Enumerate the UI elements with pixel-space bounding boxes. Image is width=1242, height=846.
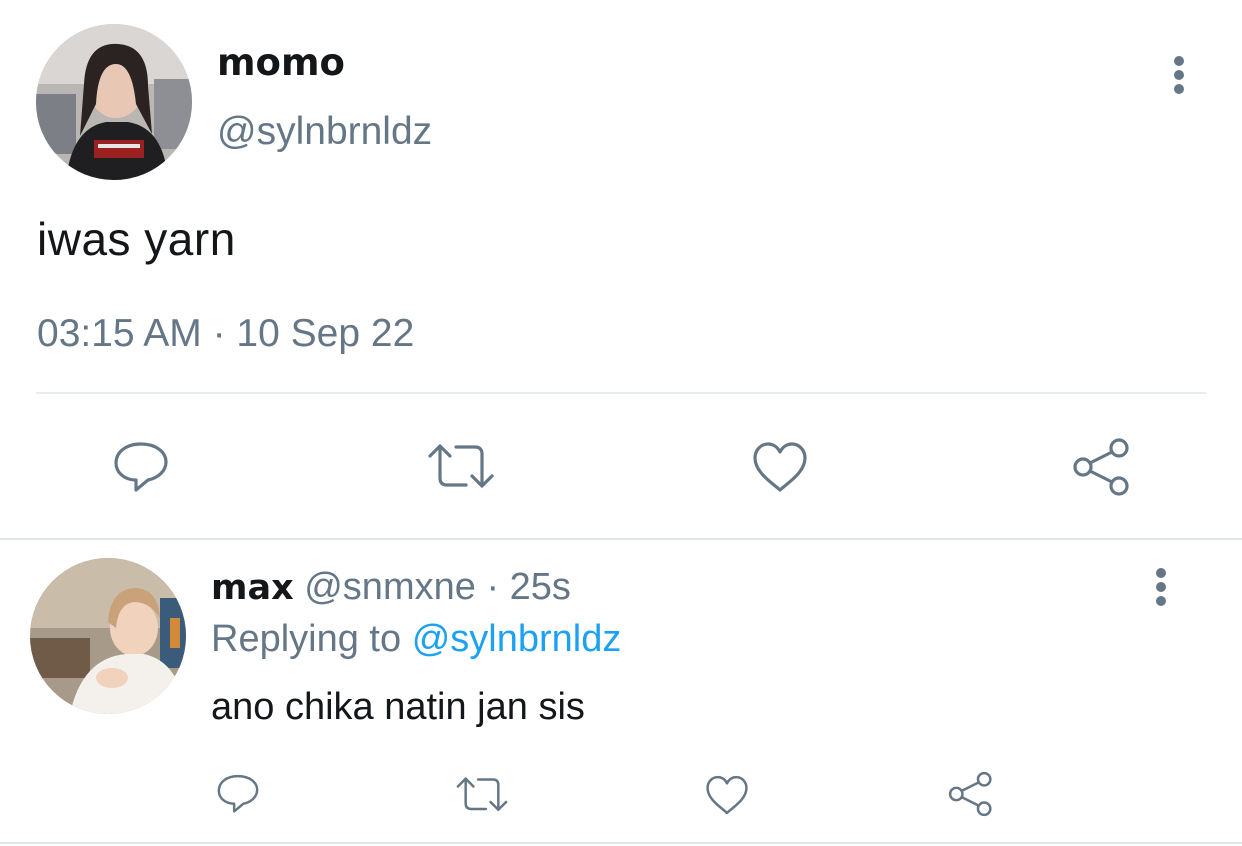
reply-like-button[interactable] [704,774,750,816]
share-button[interactable] [1070,436,1134,498]
reply-icon [217,774,259,813]
replying-to-handle[interactable]: @sylnbrnldz [412,618,622,660]
reply-separator: · [486,566,500,608]
retweet-button[interactable] [426,440,496,494]
divider [36,392,1206,394]
tweet-author-name[interactable]: momo [217,44,345,81]
section-divider [0,538,1242,540]
tweet-author-avatar[interactable] [36,24,192,180]
reply-author-name[interactable]: max [211,568,294,608]
reply-header: max @snmxne · 25s [211,568,571,606]
share-icon [948,771,992,817]
tweet-text: iwas yarn [37,213,236,265]
reply-share-button[interactable] [946,770,996,818]
reply-retweet-button[interactable] [454,774,510,816]
reply-author-handle[interactable]: @snmxne [304,566,476,608]
bottom-divider [0,842,1242,844]
more-options-button[interactable] [1166,56,1192,96]
avatar-photo [30,558,186,714]
like-button[interactable] [751,440,809,494]
replying-to-label: Replying to [211,618,402,660]
reply-more-options-button[interactable] [1148,568,1174,608]
heart-icon [753,442,807,492]
reply-button[interactable] [110,436,172,496]
reply-author-avatar[interactable] [30,558,186,714]
replying-to: Replying to @sylnbrnldz [211,620,621,658]
reply-time[interactable]: 25s [510,566,571,608]
heart-icon [706,775,748,815]
reply-icon [114,442,168,492]
avatar-photo [36,24,192,180]
retweet-icon [456,777,508,812]
share-icon [1073,438,1129,496]
tweet-author-handle[interactable]: @sylnbrnldz [217,112,432,151]
reply-reply-button[interactable] [214,770,262,816]
retweet-icon [428,444,494,488]
reply-text: ano chika natin jan sis [211,686,585,728]
tweet-timestamp[interactable]: 03:15 AM · 10 Sep 22 [37,314,414,353]
